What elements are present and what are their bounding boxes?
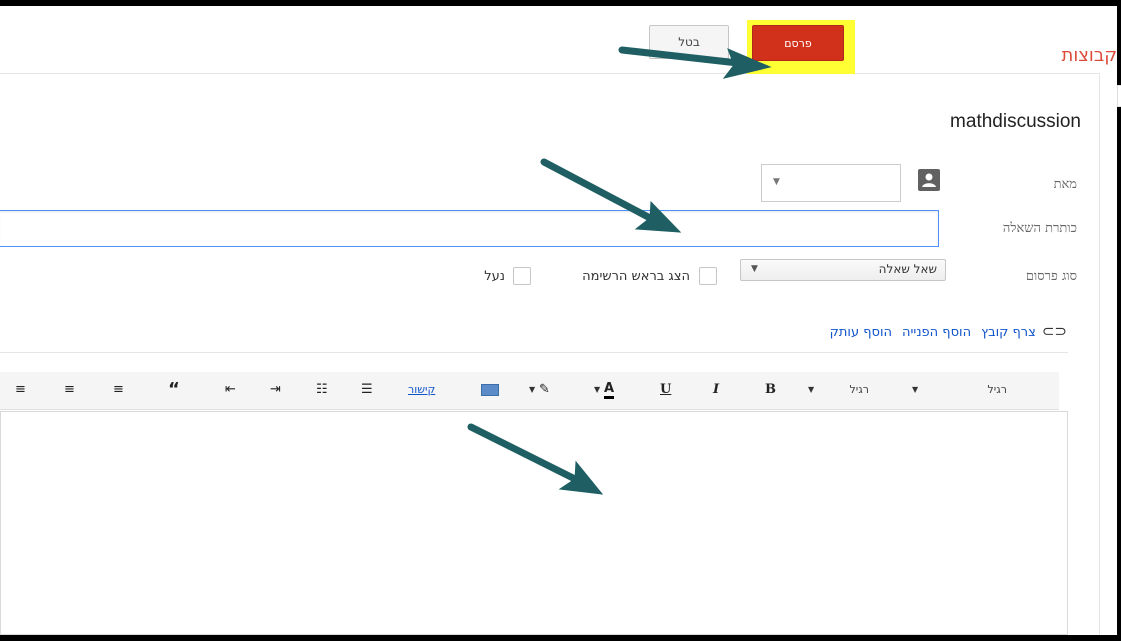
outdent-icon[interactable]: ⇤: [225, 381, 236, 399]
image-icon[interactable]: [481, 384, 499, 396]
text-color-button[interactable]: A: [604, 381, 615, 399]
publish-button[interactable]: פרסם: [752, 25, 844, 61]
chevron-down-icon: ▼: [594, 385, 601, 394]
subject-label: כותרת השאלה: [1002, 221, 1077, 236]
lock-label: נעל: [484, 269, 505, 284]
indent-icon[interactable]: ⇥: [270, 381, 281, 399]
chevron-down-icon: ▼: [773, 177, 780, 187]
avatar-icon: [918, 169, 940, 191]
lock-checkbox[interactable]: [513, 267, 531, 285]
font-select[interactable]: רגיל: [988, 381, 1007, 399]
pin-checkbox[interactable]: [699, 267, 717, 285]
chevron-down-icon: ▼: [912, 385, 919, 394]
align-right-icon[interactable]: ≡: [15, 381, 26, 399]
groups-title[interactable]: קבוצות: [1062, 46, 1118, 66]
post-type-select[interactable]: שאל שאלה ▼: [740, 259, 946, 281]
editor-toolbar: רגיל ▼ רגיל ▼ B I U A ▼ ✎ ▼ קישור ☰ ☷ ⇥ …: [0, 372, 1059, 410]
underline-button[interactable]: U: [660, 381, 671, 399]
group-name-heading: mathdiscussion: [950, 111, 1081, 132]
paperclip-icon: ⊂⊃: [1041, 322, 1067, 340]
align-center-icon[interactable]: ≡: [64, 381, 75, 399]
chevron-down-icon: ▼: [529, 385, 536, 394]
highlighter-icon[interactable]: ✎: [539, 381, 550, 399]
header-bar: קבוצות פרסם בטל: [0, 6, 1117, 74]
attach-file-link[interactable]: צרף קובץ: [981, 325, 1036, 340]
divider: [0, 352, 1068, 353]
pin-label: הצג בראש הרשימה: [582, 269, 690, 284]
from-select[interactable]: ▼: [761, 164, 901, 202]
bold-button[interactable]: B: [765, 381, 776, 399]
chevron-down-icon: ▼: [808, 385, 815, 394]
numbered-list-icon[interactable]: ☰: [361, 381, 373, 399]
right-rail: [1099, 73, 1117, 635]
chevron-down-icon: ▼: [751, 264, 758, 274]
side-tab[interactable]: [1117, 85, 1121, 107]
post-type-label: סוג פרסום: [1025, 269, 1077, 284]
add-reference-link[interactable]: הוסף הפנייה: [902, 325, 971, 340]
cancel-button[interactable]: בטל: [649, 25, 729, 59]
groups-compose-screen: קבוצות פרסם בטל mathdiscussion מאת ▼ כות…: [0, 6, 1117, 635]
message-editor[interactable]: [0, 411, 1068, 635]
attachment-links: ⊂⊃ צרף קובץ הוסף הפנייה הוסף עותק: [820, 322, 1067, 342]
add-copy-link[interactable]: הוסף עותק: [830, 325, 892, 340]
size-select[interactable]: רגיל: [850, 381, 869, 399]
bulleted-list-icon[interactable]: ☷: [316, 381, 328, 399]
link-button[interactable]: קישור: [408, 381, 435, 399]
blockquote-icon[interactable]: “: [168, 381, 180, 399]
subject-input[interactable]: [0, 210, 939, 247]
align-left-icon[interactable]: ≡: [113, 381, 124, 399]
post-type-value: שאל שאלה: [878, 262, 937, 276]
italic-button[interactable]: I: [713, 381, 719, 399]
from-label: מאת: [1053, 177, 1077, 192]
